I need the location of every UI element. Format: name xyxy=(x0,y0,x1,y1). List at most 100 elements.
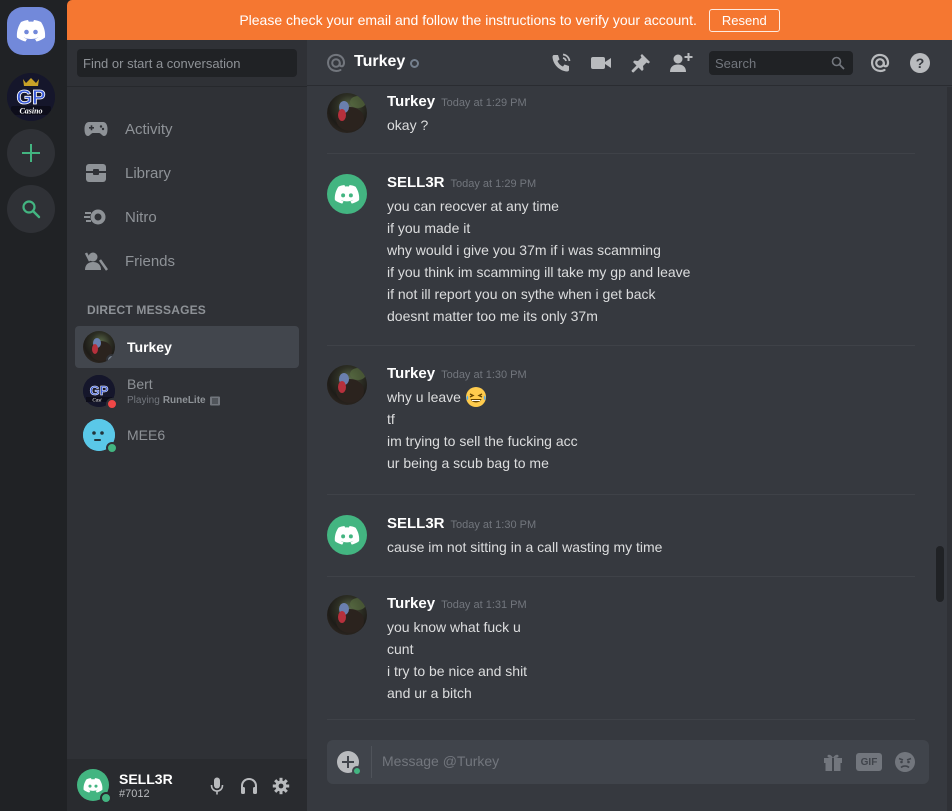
nav-friends[interactable]: Friends xyxy=(77,241,297,281)
message-input[interactable]: Message @Turkey xyxy=(382,753,499,769)
video-call-button[interactable] xyxy=(589,51,613,75)
nav-activity[interactable]: Activity xyxy=(77,109,297,149)
search-input[interactable]: Search xyxy=(709,51,853,75)
microphone-button[interactable] xyxy=(207,776,227,796)
status-offline-icon xyxy=(106,354,115,363)
rich-presence-icon xyxy=(209,396,220,405)
verify-email-banner: Please check your email and follow the i… xyxy=(67,0,952,40)
dm-name: Bert xyxy=(127,376,153,392)
mention-icon xyxy=(870,53,890,73)
divider xyxy=(67,86,307,87)
explore-servers-button[interactable] xyxy=(7,185,55,233)
microphone-icon xyxy=(210,777,224,795)
timestamp: Today at 1:29 PM xyxy=(441,97,527,109)
discord-logo-icon xyxy=(16,20,46,42)
discord-logo-icon xyxy=(83,777,103,792)
search-placeholder: Search xyxy=(715,55,757,71)
message-text: ur being a scub bag to me xyxy=(387,455,549,471)
activity-prefix: Playing xyxy=(127,395,160,406)
emoji-button[interactable] xyxy=(893,750,917,774)
scroll-track xyxy=(947,87,952,811)
mentions-button[interactable] xyxy=(868,51,892,75)
svg-text:Casino: Casino xyxy=(19,107,42,116)
avatar[interactable] xyxy=(327,174,367,214)
nav-label: Friends xyxy=(125,252,176,270)
message-header: Turkey Today at 1:29 PM xyxy=(387,93,527,110)
upload-button[interactable] xyxy=(337,751,362,776)
message-text: cunt xyxy=(387,641,414,657)
help-button[interactable]: ? xyxy=(908,51,932,75)
author-name[interactable]: SELL3R xyxy=(387,174,445,191)
gif-button[interactable]: GIF xyxy=(855,750,883,774)
message-text: okay ? xyxy=(387,117,429,133)
author-name[interactable]: Turkey xyxy=(387,365,435,382)
headphones-button[interactable] xyxy=(239,776,259,796)
nav-label: Activity xyxy=(125,120,173,138)
user-tag: #7012 xyxy=(119,787,150,800)
laughing-emoji-icon xyxy=(465,387,486,407)
message-group: SELL3R Today at 1:29 PM you can reocver … xyxy=(327,174,915,346)
dm-item-turkey[interactable]: Turkey xyxy=(75,326,299,368)
message-text: im trying to sell the fucking acc xyxy=(387,433,578,449)
gp-casino-logo-icon: GP Casino xyxy=(7,73,55,121)
user-avatar[interactable] xyxy=(77,769,112,804)
friends-icon xyxy=(83,249,109,273)
add-server-button[interactable] xyxy=(7,129,55,177)
svg-text:?: ? xyxy=(916,55,925,71)
discord-logo-icon xyxy=(334,525,360,545)
home-button[interactable] xyxy=(7,7,55,55)
avatar[interactable] xyxy=(327,93,367,133)
avatar[interactable] xyxy=(327,365,367,405)
author-name[interactable]: Turkey xyxy=(387,93,435,110)
message-text: doesnt matter too me its only 37m xyxy=(387,308,598,324)
message-text: if not ill report you on sythe when i ge… xyxy=(387,286,656,302)
dm-item-bert[interactable]: GP Casi Bert Playing RuneLite xyxy=(75,370,299,412)
add-friend-to-dm-button[interactable] xyxy=(669,51,693,75)
author-name[interactable]: SELL3R xyxy=(387,515,445,532)
voice-call-button[interactable] xyxy=(549,51,573,75)
gif-icon: GIF xyxy=(856,753,882,771)
author-name[interactable]: Turkey xyxy=(387,595,435,612)
divider xyxy=(371,746,372,778)
timestamp: Today at 1:29 PM xyxy=(450,178,537,190)
find-conversation-input[interactable]: Find or start a conversation xyxy=(77,49,297,77)
scrollbar-thumb[interactable] xyxy=(936,546,944,602)
discord-logo-icon xyxy=(334,184,360,204)
dm-name: Turkey xyxy=(127,339,172,355)
message-header: Turkey Today at 1:31 PM xyxy=(387,595,527,612)
svg-text:Casi: Casi xyxy=(92,399,102,404)
avatar[interactable] xyxy=(327,515,367,555)
gift-icon xyxy=(824,754,842,771)
headphones-icon xyxy=(241,777,257,794)
search-icon xyxy=(22,200,41,219)
message-header: SELL3R Today at 1:30 PM xyxy=(387,515,536,532)
resend-button[interactable]: Resend xyxy=(708,8,780,32)
pinned-messages-button[interactable] xyxy=(629,51,653,75)
nav-nitro[interactable]: Nitro xyxy=(77,197,297,237)
server-rail: GP Casino xyxy=(0,0,67,811)
server-gp-casino[interactable]: GP Casino xyxy=(7,73,55,121)
avatar[interactable] xyxy=(327,595,367,635)
message-group: Turkey Today at 1:29 PM okay ? xyxy=(327,93,915,154)
plus-icon xyxy=(22,144,40,162)
message-text: if you think im scamming ill take my gp … xyxy=(387,264,691,280)
message-text: you can reocver at any time xyxy=(387,198,559,214)
message-composer: Message @Turkey GIF xyxy=(327,740,929,784)
message-text: why u leave xyxy=(387,389,461,405)
dm-item-mee6[interactable]: MEE6 xyxy=(75,414,299,456)
message-group: SELL3R Today at 1:30 PM cause im not sit… xyxy=(327,515,915,577)
message-text: if you made it xyxy=(387,220,471,236)
dm-activity: Playing RuneLite xyxy=(127,395,221,406)
controller-icon xyxy=(83,117,109,141)
nav-library[interactable]: Library xyxy=(77,153,297,193)
user-name: SELL3R xyxy=(119,770,173,787)
at-sign-icon xyxy=(327,53,345,72)
message-header: Turkey Today at 1:30 PM xyxy=(387,365,527,382)
settings-button[interactable] xyxy=(271,776,291,796)
gift-button[interactable] xyxy=(821,750,845,774)
message-text: tf xyxy=(387,411,395,427)
status-online-icon xyxy=(100,792,112,804)
message-line: why u leave xyxy=(387,386,578,408)
message-header: SELL3R Today at 1:29 PM xyxy=(387,174,536,191)
dm-name: MEE6 xyxy=(127,427,166,443)
